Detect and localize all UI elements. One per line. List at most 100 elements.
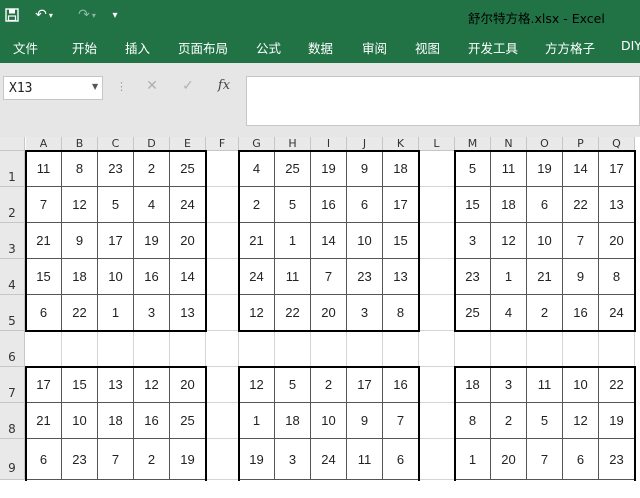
cell-m5[interactable]: 25: [455, 295, 491, 331]
cell-g4[interactable]: 24: [239, 259, 275, 295]
cell-i3[interactable]: 14: [311, 223, 347, 259]
cell-j4[interactable]: 23: [347, 259, 383, 295]
cell-p2[interactable]: 22: [563, 187, 599, 223]
cell-e2[interactable]: 24: [170, 187, 206, 223]
row-header-7[interactable]: 7: [0, 367, 25, 403]
enter-icon[interactable]: ✓: [172, 78, 204, 98]
row-header-1[interactable]: 1: [0, 151, 25, 187]
cell-j9[interactable]: 11: [347, 439, 383, 480]
tab-formulas[interactable]: 公式: [256, 38, 281, 57]
cell-j2[interactable]: 6: [347, 187, 383, 223]
cell-f5[interactable]: [206, 295, 239, 331]
cell-n9[interactable]: 20: [491, 439, 527, 480]
tab-diy[interactable]: DIY: [621, 38, 640, 53]
row-header-6[interactable]: 6: [0, 331, 25, 367]
cell-h1[interactable]: 25: [275, 151, 311, 187]
column-header-m[interactable]: M: [455, 137, 491, 151]
cell-g8[interactable]: 1: [239, 403, 275, 439]
cell-k2[interactable]: 17: [383, 187, 419, 223]
cell-b5[interactable]: 22: [62, 295, 98, 331]
cell-q3[interactable]: 20: [599, 223, 635, 259]
customize-qat-icon[interactable]: ▾: [108, 0, 122, 30]
cell-e9[interactable]: 19: [170, 439, 206, 480]
column-header-b[interactable]: B: [62, 137, 98, 151]
cell-f3[interactable]: [206, 223, 239, 259]
row-header-3[interactable]: 3: [0, 223, 25, 259]
column-header-q[interactable]: Q: [599, 137, 635, 151]
cell-l7[interactable]: [419, 367, 455, 403]
cell-c2[interactable]: 5: [98, 187, 134, 223]
cell-j1[interactable]: 9: [347, 151, 383, 187]
cell-i6[interactable]: [311, 331, 347, 367]
cell-p3[interactable]: 7: [563, 223, 599, 259]
cell-i7[interactable]: 2: [311, 367, 347, 403]
tab-file[interactable]: 文件: [13, 38, 38, 57]
cell-c7[interactable]: 13: [98, 367, 134, 403]
cell-l1[interactable]: [419, 151, 455, 187]
row-header-9[interactable]: 9: [0, 439, 25, 480]
cell-l2[interactable]: [419, 187, 455, 223]
cell-h7[interactable]: 5: [275, 367, 311, 403]
column-header-f[interactable]: F: [206, 137, 239, 151]
cell-m9[interactable]: 1: [455, 439, 491, 480]
cell-e8[interactable]: 25: [170, 403, 206, 439]
tab-developer[interactable]: 开发工具: [468, 38, 518, 57]
cell-n7[interactable]: 3: [491, 367, 527, 403]
cell-l8[interactable]: [419, 403, 455, 439]
cell-d8[interactable]: 16: [134, 403, 170, 439]
cell-e5[interactable]: 13: [170, 295, 206, 331]
cell-d3[interactable]: 19: [134, 223, 170, 259]
tab-view[interactable]: 视图: [415, 38, 440, 57]
cell-p4[interactable]: 9: [563, 259, 599, 295]
cell-q5[interactable]: 24: [599, 295, 635, 331]
cell-h2[interactable]: 5: [275, 187, 311, 223]
cell-c5[interactable]: 1: [98, 295, 134, 331]
cell-q9[interactable]: 23: [599, 439, 635, 480]
cell-l4[interactable]: [419, 259, 455, 295]
cell-h4[interactable]: 11: [275, 259, 311, 295]
column-header-c[interactable]: C: [98, 137, 134, 151]
cell-q4[interactable]: 8: [599, 259, 635, 295]
cell-h3[interactable]: 1: [275, 223, 311, 259]
cell-k9[interactable]: 6: [383, 439, 419, 480]
cell-a6[interactable]: [26, 331, 62, 367]
cell-l5[interactable]: [419, 295, 455, 331]
cell-l9[interactable]: [419, 439, 455, 480]
cell-j7[interactable]: 17: [347, 367, 383, 403]
cell-h6[interactable]: [275, 331, 311, 367]
cell-j5[interactable]: 3: [347, 295, 383, 331]
cell-p5[interactable]: 16: [563, 295, 599, 331]
cell-o4[interactable]: 21: [527, 259, 563, 295]
select-all-corner[interactable]: [0, 137, 25, 151]
cell-b7[interactable]: 15: [62, 367, 98, 403]
cell-e4[interactable]: 14: [170, 259, 206, 295]
cell-g3[interactable]: 21: [239, 223, 275, 259]
cell-k1[interactable]: 18: [383, 151, 419, 187]
redo-icon[interactable]: ↷ ▾: [70, 0, 104, 30]
cell-h9[interactable]: 3: [275, 439, 311, 480]
cell-g2[interactable]: 2: [239, 187, 275, 223]
column-header-n[interactable]: N: [491, 137, 527, 151]
cell-o5[interactable]: 2: [527, 295, 563, 331]
cell-g7[interactable]: 12: [239, 367, 275, 403]
cell-g6[interactable]: [239, 331, 275, 367]
cell-k7[interactable]: 16: [383, 367, 419, 403]
cell-k4[interactable]: 13: [383, 259, 419, 295]
cell-o8[interactable]: 5: [527, 403, 563, 439]
cell-m2[interactable]: 15: [455, 187, 491, 223]
insert-function-icon[interactable]: fx: [208, 78, 240, 98]
cell-k3[interactable]: 15: [383, 223, 419, 259]
cell-i1[interactable]: 19: [311, 151, 347, 187]
cell-i9[interactable]: 24: [311, 439, 347, 480]
column-header-o[interactable]: O: [527, 137, 563, 151]
cell-f1[interactable]: [206, 151, 239, 187]
cell-p6[interactable]: [563, 331, 599, 367]
cell-p8[interactable]: 12: [563, 403, 599, 439]
cell-d9[interactable]: 2: [134, 439, 170, 480]
column-header-h[interactable]: H: [275, 137, 311, 151]
cell-c9[interactable]: 7: [98, 439, 134, 480]
cell-b3[interactable]: 9: [62, 223, 98, 259]
cell-g9[interactable]: 19: [239, 439, 275, 480]
cell-p7[interactable]: 10: [563, 367, 599, 403]
column-header-j[interactable]: J: [347, 137, 383, 151]
